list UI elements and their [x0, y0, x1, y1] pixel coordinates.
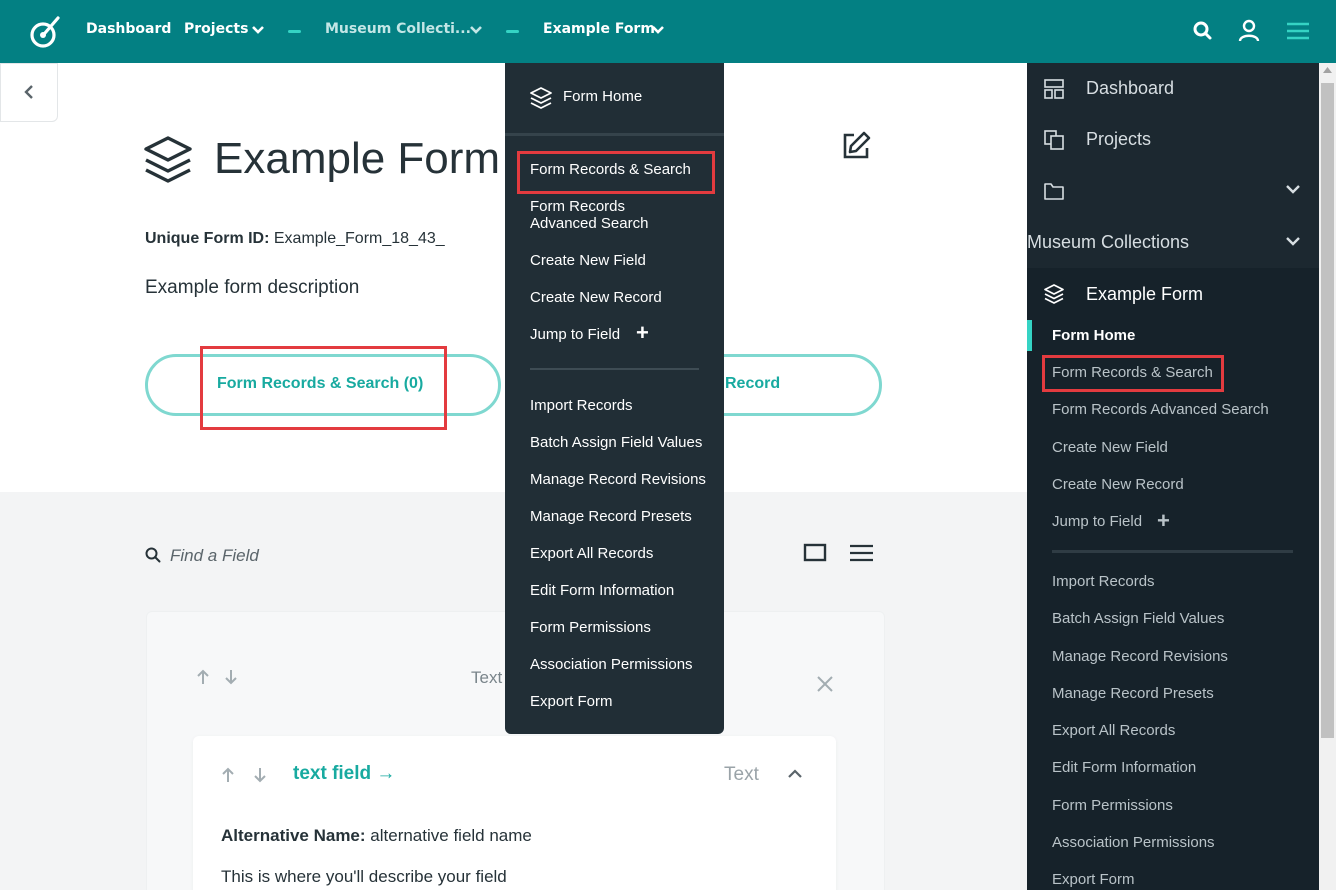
dropdown-item-manage-presets[interactable]: Manage Record Presets — [530, 508, 692, 525]
find-field-input[interactable] — [170, 544, 470, 568]
sidebar-item-form[interactable]: Example Form — [1086, 284, 1203, 305]
dropdown-item-export-all-records[interactable]: Export All Records — [530, 545, 653, 562]
plus-icon[interactable]: + — [1157, 510, 1170, 532]
highlight-box — [1042, 355, 1224, 392]
sidebar-item-project[interactable]: Museum Collections — [1027, 232, 1189, 253]
app-logo-icon[interactable] — [26, 14, 64, 50]
field-move-down-arrow-icon[interactable] — [252, 766, 268, 784]
unique-form-id-value: Example_Form_18_43_ — [269, 230, 445, 247]
field-type-label: Text — [724, 764, 759, 785]
page-type-label: Text — [471, 668, 503, 687]
dropdown-item-form-permissions[interactable]: Form Permissions — [530, 619, 651, 636]
nav-project-link[interactable]: Museum Collecti... — [325, 21, 471, 37]
advanced-search-line-2: Advanced Search — [530, 215, 649, 232]
dropdown-item-association-permissions[interactable]: Association Permissions — [530, 656, 693, 673]
form-description: Example form description — [145, 277, 360, 298]
dropdown-item-manage-revisions[interactable]: Manage Record Revisions — [530, 471, 706, 488]
form-layers-icon — [144, 136, 192, 183]
dropdown-item-create-new-record[interactable]: Create New Record — [530, 289, 662, 306]
alternative-name: Alternative Name: alternative field name — [221, 826, 532, 846]
scroll-up-arrow-icon[interactable] — [1323, 67, 1332, 73]
dropdown-item-advanced-search[interactable]: Form Records Advanced Search — [530, 198, 648, 232]
folder-chevron-down-icon[interactable] — [1285, 184, 1301, 194]
alternative-name-label: Alternative Name: — [221, 826, 366, 845]
create-new-record-button-label[interactable]: Record — [725, 375, 780, 393]
dropdown-item-jump-to-field[interactable]: Jump to Field — [530, 326, 620, 343]
dropdown-separator — [530, 368, 699, 370]
scrollbar-thumb[interactable] — [1321, 83, 1334, 738]
highlight-box — [200, 346, 447, 430]
dropdown-item-batch-assign[interactable]: Batch Assign Field Values — [530, 434, 702, 451]
sidebar-item-manage-presets[interactable]: Manage Record Presets — [1052, 685, 1214, 702]
user-icon[interactable] — [1237, 18, 1261, 44]
dashboard-icon — [1044, 79, 1064, 99]
projects-icon — [1044, 130, 1064, 150]
sidebar-item-batch-assign[interactable]: Batch Assign Field Values — [1052, 610, 1224, 627]
active-indicator — [1027, 320, 1032, 351]
nav-form-link[interactable]: Example Form — [543, 21, 655, 37]
layers-icon — [530, 87, 552, 109]
chevron-up-icon[interactable] — [787, 768, 803, 780]
sidebar-item-import-records[interactable]: Import Records — [1052, 573, 1155, 590]
nav-dashboard-link[interactable]: Dashboard — [86, 21, 171, 37]
card-view-icon[interactable] — [803, 542, 829, 564]
unique-form-id: Unique Form ID: Example_Form_18_43_ — [145, 230, 445, 248]
sidebar-separator — [1052, 550, 1293, 553]
sidebar-item-export-all-records[interactable]: Export All Records — [1052, 722, 1175, 739]
sidebar-item-create-new-record[interactable]: Create New Record — [1052, 476, 1184, 493]
nav-separator — [506, 30, 519, 33]
sidebar-item-jump-to-field[interactable]: Jump to Field — [1052, 513, 1142, 530]
dropdown-item-import-records[interactable]: Import Records — [530, 397, 633, 414]
layers-icon — [1044, 284, 1064, 304]
field-name-link[interactable]: text field → — [293, 763, 395, 785]
sidebar-item-form-home[interactable]: Form Home — [1052, 327, 1135, 344]
plus-icon[interactable]: + — [636, 322, 649, 344]
sidebar-item-advanced-search[interactable]: Form Records Advanced Search — [1052, 401, 1269, 418]
sidebar-item-form-permissions[interactable]: Form Permissions — [1052, 797, 1173, 814]
move-down-arrow-icon[interactable] — [223, 668, 239, 686]
collapse-back-button[interactable] — [0, 63, 58, 122]
field-move-up-arrow-icon[interactable] — [220, 766, 236, 784]
dropdown-item-edit-form-information[interactable]: Edit Form Information — [530, 582, 674, 599]
edit-icon[interactable] — [840, 130, 872, 162]
sidebar-item-manage-revisions[interactable]: Manage Record Revisions — [1052, 648, 1228, 665]
alternative-name-value: alternative field name — [365, 826, 532, 845]
advanced-search-line-1: Form Records — [530, 198, 626, 215]
nav-separator — [288, 30, 301, 33]
form-chevron-down-icon[interactable] — [651, 25, 665, 35]
project-chevron-down-icon[interactable] — [1285, 236, 1301, 246]
sidebar-item-export-form[interactable]: Export Form — [1052, 871, 1135, 888]
projects-chevron-down-icon[interactable] — [251, 25, 265, 35]
dropdown-divider — [505, 133, 724, 136]
project-chevron-down-icon[interactable] — [469, 25, 483, 35]
sidebar-item-dashboard[interactable]: Dashboard — [1086, 78, 1174, 99]
page-title: Example Form — [214, 134, 501, 183]
highlight-box — [517, 151, 715, 194]
field-description: This is where you'll describe your field — [221, 867, 507, 886]
list-view-icon[interactable] — [849, 542, 875, 564]
folder-icon — [1044, 183, 1064, 200]
chevron-left-icon — [24, 85, 33, 99]
move-up-arrow-icon[interactable] — [195, 668, 211, 686]
search-icon[interactable] — [1191, 18, 1215, 44]
search-icon — [145, 547, 161, 563]
dropdown-item-create-new-field[interactable]: Create New Field — [530, 252, 646, 269]
sidebar-item-projects[interactable]: Projects — [1086, 129, 1151, 150]
dropdown-item-export-form[interactable]: Export Form — [530, 693, 613, 710]
close-icon[interactable] — [816, 675, 834, 693]
dropdown-form-home[interactable]: Form Home — [563, 88, 642, 105]
sidebar-item-association-permissions[interactable]: Association Permissions — [1052, 834, 1215, 851]
menu-hamburger-icon[interactable] — [1286, 18, 1310, 44]
sidebar-item-edit-form-information[interactable]: Edit Form Information — [1052, 759, 1196, 776]
unique-form-id-label: Unique Form ID: — [145, 230, 270, 247]
nav-projects-link[interactable]: Projects — [184, 21, 248, 37]
sidebar-item-create-new-field[interactable]: Create New Field — [1052, 439, 1168, 456]
